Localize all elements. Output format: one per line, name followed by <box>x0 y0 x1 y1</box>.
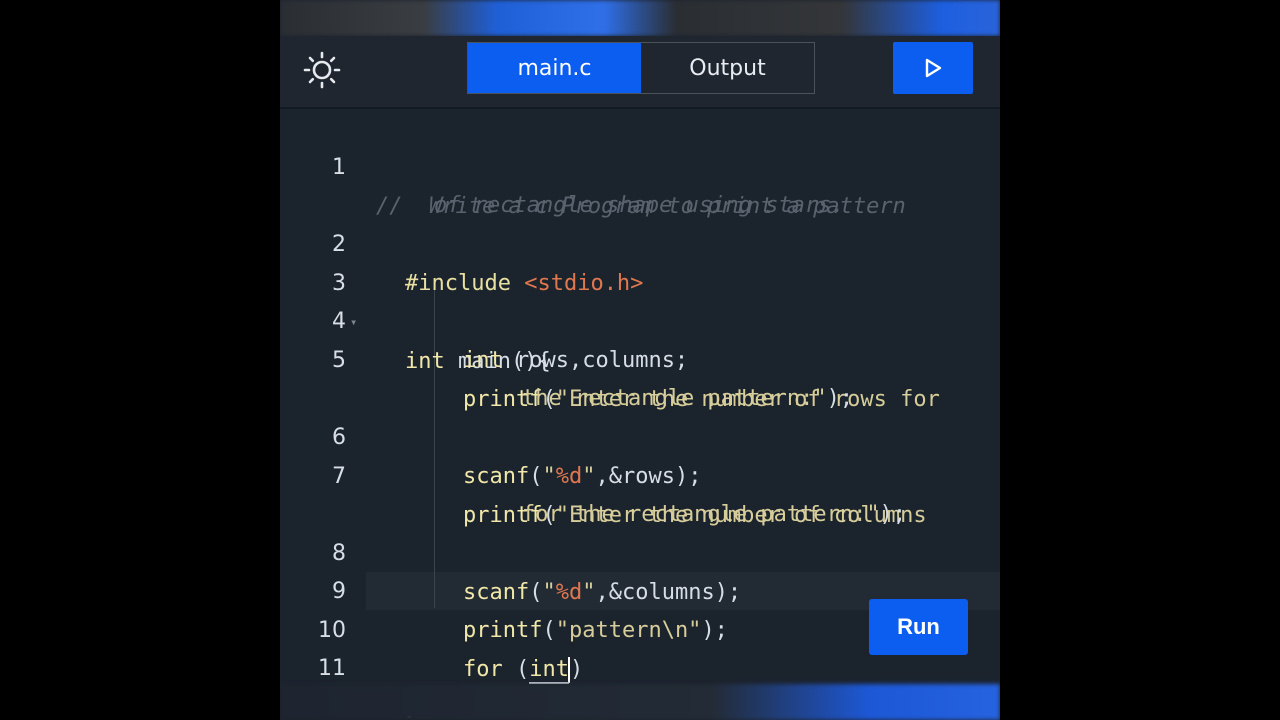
paren: ( <box>516 657 530 682</box>
code-line: 5 printf("Enter the number of rows for <box>280 302 1000 412</box>
code-editor-app: main.c Output 1 // Write a c Program to … <box>280 0 1000 720</box>
code-line: 1 // Write a c Program to print a patter… <box>280 109 1000 219</box>
code-line-wrap: of rectangle shape using stars. <box>280 147 1000 218</box>
code-line: 4 int rows,columns; <box>280 263 1000 373</box>
code-line: 9 printf("pattern\n"); <box>280 533 1000 643</box>
keyword: int <box>529 657 569 684</box>
sun-icon <box>303 51 341 89</box>
paren: ) <box>570 657 584 682</box>
top-glow-strip <box>280 0 1000 36</box>
toolbar: main.c Output <box>280 36 1000 109</box>
file-tabs: main.c Output <box>467 42 815 94</box>
tab-output[interactable]: Output <box>641 43 814 93</box>
play-icon <box>925 58 942 78</box>
tab-main-c[interactable]: main.c <box>468 43 641 93</box>
code-line: 2 #include <stdio.h> <box>280 186 1000 296</box>
play-button[interactable] <box>893 42 973 94</box>
code-line: 3 ▾ int main(){ <box>280 225 1000 374</box>
code-line: 8 scanf("%d",&columns); <box>280 495 1000 605</box>
code-line-wrap: the rectangle pattern:"); <box>280 340 1000 411</box>
code-line: 6 scanf("%d",&rows); <box>280 379 1000 489</box>
run-button[interactable]: Run <box>869 599 968 655</box>
line-number: 11 <box>318 656 346 681</box>
theme-toggle-button[interactable] <box>302 50 342 90</box>
keyword: for <box>463 657 503 682</box>
code-line: 7 printf("Enter the number of columns <box>280 418 1000 528</box>
bottom-glow-strip <box>280 684 1000 720</box>
code-line-wrap: for the rectangle pattern:"); <box>280 456 1000 527</box>
